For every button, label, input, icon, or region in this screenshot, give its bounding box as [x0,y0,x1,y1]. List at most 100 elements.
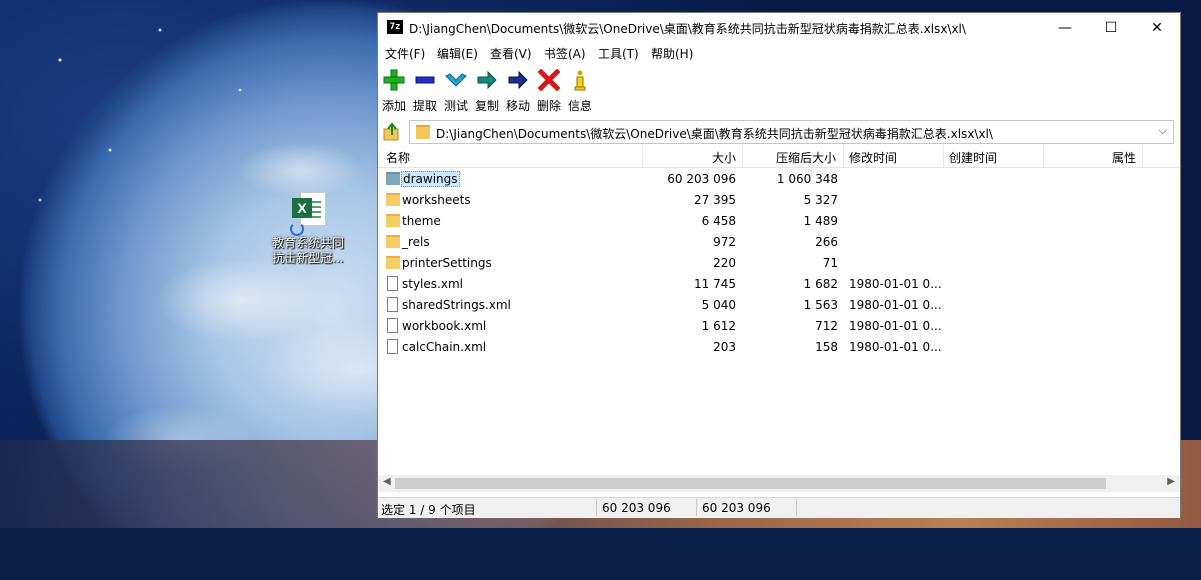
row-name: theme [402,214,441,228]
row-packed: 1 563 [803,298,838,312]
row-modified: 1980-01-01 0... [849,340,942,354]
row-size: 5 040 [701,298,736,312]
row-packed: 1 489 [803,214,838,228]
list-row-drawings[interactable]: drawings 60 203 096 1 060 348 [378,169,1180,190]
row-packed: 5 327 [803,193,838,207]
desktop-file-icon[interactable]: X 教育系统共同抗击新型冠... [268,190,348,266]
row-size: 203 [713,340,736,354]
desktop-file-label: 教育系统共同抗击新型冠... [271,236,344,265]
add-button[interactable]: 添加 [379,69,409,114]
menu-file[interactable]: 文件(F) [385,45,425,62]
minus-icon [415,76,435,84]
row-packed: 266 [815,235,838,249]
row-name: calcChain.xml [402,340,487,354]
plus-icon [383,69,405,91]
file-list: 名称 大小 压缩后大小 修改时间 创建时间 属性 drawings 60 203… [378,145,1180,499]
row-size: 972 [713,235,736,249]
move-arrow-icon [508,70,528,90]
status-total: 60 203 096 [702,501,771,515]
folder-icon [386,256,400,269]
row-name: workbook.xml [402,319,487,333]
extract-button[interactable]: 提取 [410,69,440,114]
row-packed: 71 [822,256,838,270]
row-packed: 712 [815,319,838,333]
menu-tools[interactable]: 工具(T) [598,45,639,62]
copy-label: 复制 [474,99,499,113]
folder-up-icon[interactable] [381,121,403,143]
menu-help[interactable]: 帮助(H) [651,45,693,62]
column-modified[interactable]: 修改时间 [849,149,897,166]
minimize-button[interactable]: — [1042,13,1088,43]
chevron-down-icon[interactable]: ⌵ [1159,124,1167,138]
test-label: 测试 [443,99,468,113]
row-name: _rels [402,235,430,249]
folder-icon [386,172,400,185]
status-size: 60 203 096 [602,501,671,515]
row-modified: 1980-01-01 0... [849,277,942,291]
excel-file-icon: X [288,190,328,236]
folder-icon [386,214,400,227]
address-input[interactable]: D:\JiangChen\Documents\微软云\OneDrive\桌面\教… [409,120,1174,144]
row-size: 27 395 [694,193,736,207]
delete-x-icon [537,68,561,92]
horizontal-scrollbar[interactable]: ◀ ▶ [378,475,1180,492]
maximize-button[interactable]: ☐ [1088,13,1134,43]
list-row-rels[interactable]: _rels 972 266 [378,232,1180,253]
test-button[interactable]: 测试 [441,69,471,114]
row-name: styles.xml [402,277,463,291]
address-bar: D:\JiangChen\Documents\微软云\OneDrive\桌面\教… [378,117,1180,145]
window-title: D:\JiangChen\Documents\微软云\OneDrive\桌面\教… [409,22,966,36]
row-size: 60 203 096 [667,172,736,186]
move-label: 移动 [505,99,530,113]
list-row-workbook[interactable]: workbook.xml 1 612 712 1980-01-01 0... [378,316,1180,337]
row-name: drawings [401,171,460,187]
row-size: 1 612 [701,319,736,333]
list-row-sharedstrings[interactable]: sharedStrings.xml 5 040 1 563 1980-01-01… [378,295,1180,316]
list-header: 名称 大小 压缩后大小 修改时间 创建时间 属性 [378,145,1180,168]
folder-icon [386,235,400,248]
delete-button[interactable]: 删除 [534,68,564,114]
menu-edit[interactable]: 编辑(E) [437,45,478,62]
7zip-window: 7z D:\JiangChen\Documents\微软云\OneDrive\桌… [377,12,1181,518]
status-selection: 选定 1 / 9 个项目 [381,503,476,517]
row-modified: 1980-01-01 0... [849,298,942,312]
list-row-printersettings[interactable]: printerSettings 220 71 [378,253,1180,274]
list-row-styles[interactable]: styles.xml 11 745 1 682 1980-01-01 0... [378,274,1180,295]
file-icon [387,339,398,354]
title-bar[interactable]: 7z D:\JiangChen\Documents\微软云\OneDrive\桌… [378,13,1180,43]
column-packed-size[interactable]: 压缩后大小 [776,149,836,166]
file-icon [387,276,398,291]
list-row-worksheets[interactable]: worksheets 27 395 5 327 [378,190,1180,211]
copy-arrow-icon [477,70,497,90]
scroll-right-icon[interactable]: ▶ [1167,476,1175,487]
column-attributes[interactable]: 属性 [1112,149,1136,166]
toolbar: 添加 提取 测试 复制 移动 删除 信息 [378,65,1180,121]
close-button[interactable]: ✕ [1134,13,1180,43]
add-label: 添加 [381,99,406,113]
file-icon [387,297,398,312]
list-row-theme[interactable]: theme 6 458 1 489 [378,211,1180,232]
column-created[interactable]: 创建时间 [949,149,997,166]
move-button[interactable]: 移动 [503,69,533,114]
scroll-left-icon[interactable]: ◀ [383,476,391,487]
menu-bookmarks[interactable]: 书签(A) [544,45,586,62]
column-size[interactable]: 大小 [712,149,736,166]
row-packed: 158 [815,340,838,354]
folder-icon [416,125,430,139]
check-icon [445,73,467,87]
file-icon [387,318,398,333]
row-packed: 1 060 348 [776,172,838,186]
list-row-calcchain[interactable]: calcChain.xml 203 158 1980-01-01 0... [378,337,1180,358]
menu-bar: 文件(F) 编辑(E) 查看(V) 书签(A) 工具(T) 帮助(H) [378,43,1180,63]
row-name: worksheets [402,193,471,207]
menu-view[interactable]: 查看(V) [490,45,532,62]
extract-label: 提取 [412,99,437,113]
delete-label: 删除 [536,99,561,113]
info-button[interactable]: 信息 [565,69,595,114]
column-name[interactable]: 名称 [386,149,410,166]
status-bar: 选定 1 / 9 个项目 60 203 096 60 203 096 [378,497,1180,518]
address-path: D:\JiangChen\Documents\微软云\OneDrive\桌面\教… [436,127,993,141]
copy-button[interactable]: 复制 [472,69,502,114]
row-name: sharedStrings.xml [402,298,511,312]
scrollbar-thumb[interactable] [395,478,1106,489]
